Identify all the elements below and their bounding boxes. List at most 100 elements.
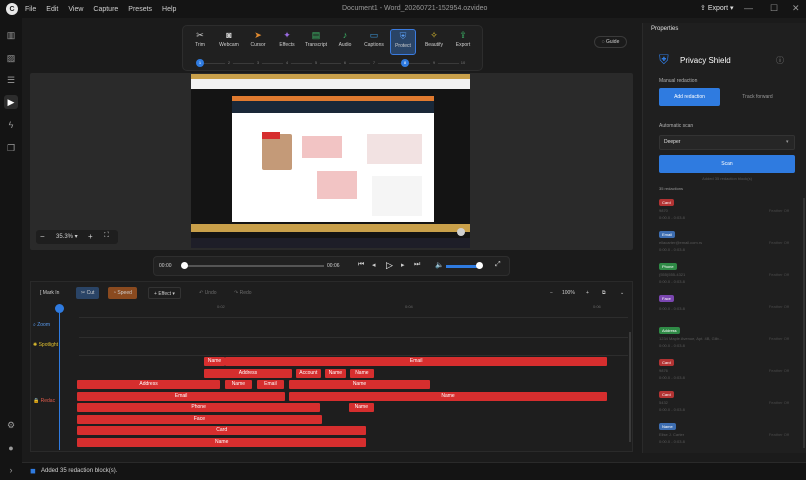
library-icon[interactable]: ▥ [4,28,18,42]
redaction-item[interactable]: Card 9870 0:00.0 - 0:03.8 Feather Off [659,199,799,220]
list-icon[interactable]: ☰ [4,73,18,87]
export-button[interactable]: ⇪ Export ▾ [700,4,734,12]
tool-beautify[interactable]: ✧ Beautify [421,29,447,55]
redaction-bar[interactable]: Email [77,391,286,401]
step-back-icon[interactable]: ◂ [372,261,376,269]
undo-button[interactable]: ↶ Undo [194,287,222,299]
redaction-item[interactable]: Card 9876 0:00.0 - 0:03.8 Feather Off [659,359,799,380]
fit-timeline-icon[interactable]: ⧉ [597,287,611,299]
tool-effects[interactable]: ✦ Effects [274,29,300,55]
expand-icon[interactable]: › [4,463,18,477]
redaction-item[interactable]: Card 5432 0:00.0 - 0:03.8 Feather Off [659,391,799,412]
step-7[interactable]: 7 [370,59,378,67]
redaction-bar[interactable]: Address [203,368,293,378]
skip-end-icon[interactable]: ⏭ [414,261,420,269]
step-3[interactable]: 3 [254,59,262,67]
track-redact[interactable]: 🔒 Redac [33,398,55,404]
settings-icon[interactable]: ⚙ [4,418,18,432]
track-spotlight[interactable]: ✺ Spotlight [33,342,58,348]
volume-icon[interactable]: 🔈 [435,261,444,269]
step-4[interactable]: 4 [283,59,291,67]
redaction-options[interactable]: Feather Off [769,368,789,373]
tool-export[interactable]: ⇪ Export [450,29,476,55]
step-9[interactable]: 9 [430,59,438,67]
speed-button[interactable]: ◔ Speed [108,287,137,299]
minimize-icon[interactable]: — [744,3,753,13]
recording-frame[interactable] [191,74,470,248]
redo-button[interactable]: ↷ Redo [229,287,257,299]
maximize-icon[interactable]: ☐ [770,3,778,14]
redaction-options[interactable]: Feather Off [769,336,789,341]
step-2[interactable]: 2 [225,59,233,67]
redaction-bar[interactable]: Card [77,426,367,435]
tool-audio[interactable]: ♪ Audio [332,29,358,55]
redaction-bar[interactable]: Name [203,357,226,366]
playhead-line[interactable] [59,313,60,450]
tool-protect[interactable]: ⛨ Protect [390,29,416,55]
redaction-options[interactable]: Feather Off [769,400,789,405]
tool-webcam[interactable]: ◙ Webcam [216,29,242,55]
effect-button[interactable]: + Effect ▾ [148,287,181,299]
redaction-options[interactable]: Feather Off [769,240,789,245]
redaction-bar[interactable]: Name [348,403,374,412]
redaction-item[interactable]: Face 0:00.0 - 0:03.8 Feather Off [659,295,799,311]
volume-handle[interactable] [476,262,483,269]
menu-view[interactable]: View [68,6,83,13]
timeline-scrollbar[interactable] [629,332,631,442]
account-icon[interactable]: ● [4,441,18,455]
menu-presets[interactable]: Presets [128,6,152,13]
redaction-options[interactable]: Feather Off [769,272,789,277]
redaction-bar[interactable]: Email [257,380,284,389]
redaction-item[interactable]: Email ellacarter@email.com.rs 0:00.0 - 0:0… [659,231,799,252]
redaction-bar[interactable]: Face [77,414,322,424]
list-scrollbar[interactable] [803,198,805,448]
zoom-value[interactable]: 35.3% ▾ [56,233,78,240]
tool-trim[interactable]: ✂ Trim [187,29,213,55]
guide-button[interactable]: ◌ Guide [594,36,627,48]
redaction-bar[interactable]: Address [77,380,221,389]
tool-cursor[interactable]: ➤ Cursor [245,29,271,55]
close-icon[interactable]: ✕ [792,3,800,14]
menu-capture[interactable]: Capture [93,6,118,13]
step-10[interactable]: 10 [459,59,467,67]
mark-in-button[interactable]: [ Mark In [35,287,64,299]
add-redaction-button[interactable]: Add redaction [659,88,720,106]
redaction-bar[interactable]: Name [224,380,252,389]
redaction-bar[interactable]: Email [225,357,607,366]
layers-icon[interactable]: ❐ [4,141,18,155]
menu-edit[interactable]: Edit [46,6,58,13]
timeline-zoom-out-icon[interactable]: − [545,287,558,299]
fullscreen-icon[interactable]: ⤢ [495,261,501,269]
step-5[interactable]: 5 [312,59,320,67]
menu-help[interactable]: Help [162,6,176,13]
zoom-out-icon[interactable]: − [40,232,45,241]
image-icon[interactable]: ▨ [4,51,18,65]
collapse-icon[interactable]: ⌄ [615,287,629,299]
tool-captions[interactable]: ▭ Captions [361,29,387,55]
redaction-item[interactable]: Address 1234 Maple Avenue, Apt. 4B, Gilb.… [659,327,799,348]
redaction-options[interactable]: Feather Off [769,304,789,309]
redaction-options[interactable]: Feather Off [769,208,789,213]
video-icon[interactable]: ▶ [4,95,18,109]
tool-transcript[interactable]: ▤ Transcript [303,29,329,55]
step-8[interactable]: 8 [401,59,409,67]
playhead-marker[interactable] [55,304,64,313]
fit-screen-icon[interactable]: ⛶ [104,232,109,240]
redaction-bar[interactable]: Name [324,368,347,378]
redaction-item[interactable]: Phone (555)555-4321 0:00.0 - 0:03.8 Feather… [659,263,799,284]
step-forward-icon[interactable]: ▸ [401,261,405,269]
zoom-in-icon[interactable]: + [88,232,93,241]
skip-start-icon[interactable]: ⏮ [358,261,364,269]
redaction-item[interactable]: Name Elise J. Carter 0:00.0 - 0:03.8 Feathe… [659,423,799,444]
play-icon[interactable]: ▷ [386,260,393,271]
scrub-handle[interactable] [181,262,188,269]
redaction-bar[interactable]: Name [289,391,607,401]
track-forward-button[interactable]: Track forward [727,88,788,106]
timeline-zoom-in-icon[interactable]: + [581,287,594,299]
redaction-options[interactable]: Feather Off [769,432,789,437]
scan-mode-select[interactable]: Deeper ▾ [659,135,795,150]
redaction-bar[interactable]: Name [77,437,367,447]
step-1[interactable]: 1 [196,59,204,67]
scrub-track[interactable] [184,265,324,267]
cut-button[interactable]: ✂ Cut [76,287,100,299]
